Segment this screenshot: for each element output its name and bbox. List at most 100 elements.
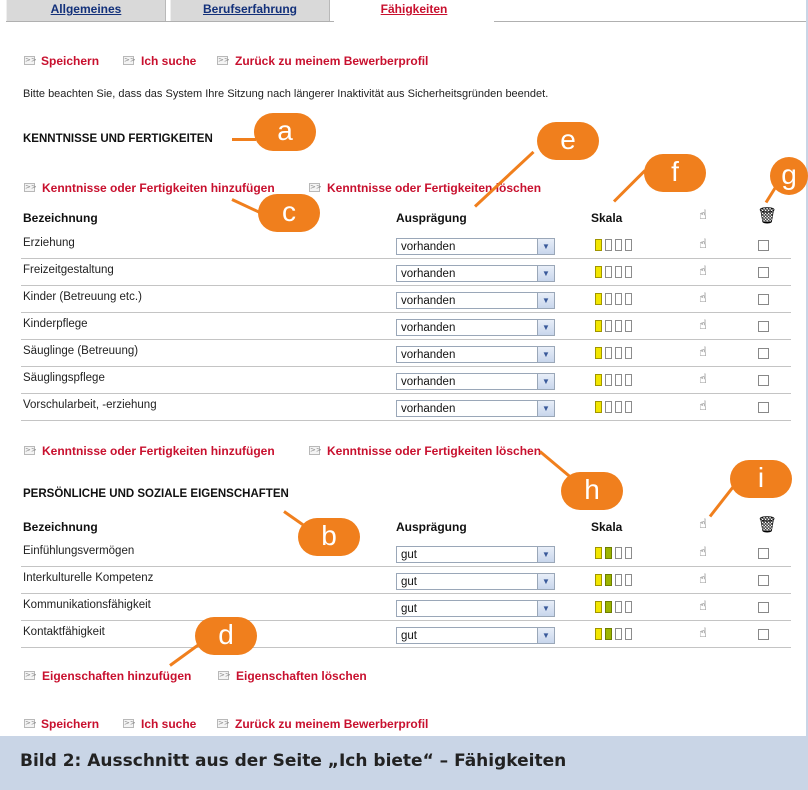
search-link[interactable]: Ich suche [141, 717, 196, 731]
delete-checkbox[interactable] [758, 548, 769, 559]
hand-pointer-icon[interactable]: ☝ [699, 237, 707, 252]
save-link[interactable]: Speichern [41, 717, 99, 731]
tab-allgemeines[interactable]: Allgemeines [6, 0, 166, 22]
add-traits-link[interactable]: Eigenschaften hinzufügen [42, 669, 191, 683]
search-link[interactable]: Ich suche [141, 54, 196, 68]
chevron-down-icon[interactable]: ▼ [537, 266, 554, 281]
row-name: Kinderpflege [23, 318, 88, 330]
hand-pointer-icon[interactable]: ☝ [699, 545, 707, 560]
scale-box [605, 374, 612, 386]
delete-checkbox[interactable] [758, 267, 769, 278]
annotation-h: h [561, 472, 623, 510]
table-row: Säuglingspflege vorhanden ▼ ☝ [21, 367, 791, 394]
traits-heading: PERSÖNLICHE UND SOZIALE EIGENSCHAFTEN [23, 488, 289, 500]
chevron-down-icon[interactable]: ▼ [537, 628, 554, 643]
row-name: Kinder (Betreuung etc.) [23, 291, 142, 303]
hand-pointer-icon[interactable]: ☝ [699, 264, 707, 279]
scale-box [625, 320, 632, 332]
level-select[interactable]: gut ▼ [396, 600, 555, 617]
delete-checkbox[interactable] [758, 602, 769, 613]
back-to-profile-link[interactable]: Zurück zu meinem Bewerberprofil [235, 717, 428, 731]
tab-faehigkeiten[interactable]: Fähigkeiten [334, 0, 494, 22]
level-select[interactable]: vorhanden ▼ [396, 373, 555, 390]
chevron-down-icon[interactable]: ▼ [537, 574, 554, 589]
scale-box [615, 320, 622, 332]
delete-checkbox[interactable] [758, 629, 769, 640]
level-select[interactable]: vorhanden ▼ [396, 265, 555, 282]
figure-caption: Bild 2: Ausschnitt aus der Seite „Ich bi… [0, 736, 808, 790]
delete-checkbox[interactable] [758, 348, 769, 359]
row-name: Säuglinge (Betreuung) [23, 345, 139, 357]
annotation-a: a [254, 113, 316, 151]
hand-pointer-icon[interactable]: ☝ [699, 291, 707, 306]
hand-pointer-icon[interactable]: ☝ [699, 626, 707, 641]
column-header-level: Ausprägung [396, 211, 467, 225]
trash-icon: 🗑 [757, 515, 778, 534]
hand-pointer-icon[interactable]: ☝ [699, 372, 707, 387]
annotation-pointer [232, 138, 256, 141]
delete-checkbox[interactable] [758, 294, 769, 305]
level-select-value: gut [401, 603, 417, 615]
level-select[interactable]: gut ▼ [396, 573, 555, 590]
level-select[interactable]: gut ▼ [396, 627, 555, 644]
back-to-profile-link[interactable]: Zurück zu meinem Bewerberprofil [235, 54, 428, 68]
trash-icon: 🗑 [757, 206, 778, 225]
chevron-down-icon[interactable]: ▼ [537, 320, 554, 335]
level-select[interactable]: vorhanden ▼ [396, 292, 555, 309]
scale-box [615, 239, 622, 251]
delete-checkbox[interactable] [758, 321, 769, 332]
annotation-b: b [298, 518, 360, 556]
level-select[interactable]: gut ▼ [396, 546, 555, 563]
scale-box [595, 401, 602, 413]
hand-pointer-icon[interactable]: ☝ [699, 318, 707, 333]
chevron-down-icon[interactable]: ▼ [537, 547, 554, 562]
delete-checkbox[interactable] [758, 402, 769, 413]
level-select-value: gut [401, 630, 417, 642]
scale-box [625, 347, 632, 359]
scale-box [625, 239, 632, 251]
scale-box [615, 601, 622, 613]
level-select-value: vorhanden [401, 268, 456, 280]
add-skills-link[interactable]: Kenntnisse oder Fertigkeiten hinzufügen [42, 444, 275, 458]
double-chevron-right-icon: >> [309, 183, 322, 192]
level-select[interactable]: vorhanden ▼ [396, 319, 555, 336]
level-select[interactable]: vorhanden ▼ [396, 346, 555, 363]
delete-checkbox[interactable] [758, 375, 769, 386]
chevron-down-icon[interactable]: ▼ [537, 347, 554, 362]
scale-box [615, 266, 622, 278]
annotation-c: c [258, 194, 320, 232]
chevron-down-icon[interactable]: ▼ [537, 239, 554, 254]
annotation-pointer [473, 150, 535, 208]
row-name: Freizeitgestaltung [23, 264, 114, 276]
level-select-value: vorhanden [401, 349, 456, 361]
level-select[interactable]: vorhanden ▼ [396, 238, 555, 255]
add-skills-link[interactable]: Kenntnisse oder Fertigkeiten hinzufügen [42, 181, 275, 195]
delete-checkbox[interactable] [758, 240, 769, 251]
hand-pointer-icon[interactable]: ☝ [699, 399, 707, 414]
delete-skills-link[interactable]: Kenntnisse oder Fertigkeiten löschen [327, 181, 541, 195]
tab-berufserfahrung[interactable]: Berufserfahrung [170, 0, 330, 22]
delete-checkbox[interactable] [758, 575, 769, 586]
scale-box [605, 574, 612, 586]
save-link[interactable]: Speichern [41, 54, 99, 68]
chevron-down-icon[interactable]: ▼ [537, 401, 554, 416]
chevron-down-icon[interactable]: ▼ [537, 293, 554, 308]
scale-box [615, 547, 622, 559]
hand-pointer-icon[interactable]: ☝ [699, 345, 707, 360]
delete-skills-link[interactable]: Kenntnisse oder Fertigkeiten löschen [327, 444, 541, 458]
chevron-down-icon[interactable]: ▼ [537, 601, 554, 616]
delete-traits-link[interactable]: Eigenschaften löschen [236, 669, 367, 683]
hand-pointer-icon: ☝ [699, 208, 707, 223]
level-select[interactable]: vorhanden ▼ [396, 400, 555, 417]
table-row: Kommunikationsfähigkeit gut ▼ ☝ [21, 594, 791, 621]
hand-pointer-icon[interactable]: ☝ [699, 599, 707, 614]
hand-pointer-icon[interactable]: ☝ [699, 572, 707, 587]
scale-box [605, 628, 612, 640]
scale-box [605, 266, 612, 278]
session-notice: Bitte beachten Sie, dass das System Ihre… [23, 88, 549, 100]
chevron-down-icon[interactable]: ▼ [537, 374, 554, 389]
scale-box [595, 320, 602, 332]
scale-box [595, 574, 602, 586]
level-select-value: vorhanden [401, 376, 456, 388]
skills-heading: KENNTNISSE UND FERTIGKEITEN [23, 133, 213, 145]
